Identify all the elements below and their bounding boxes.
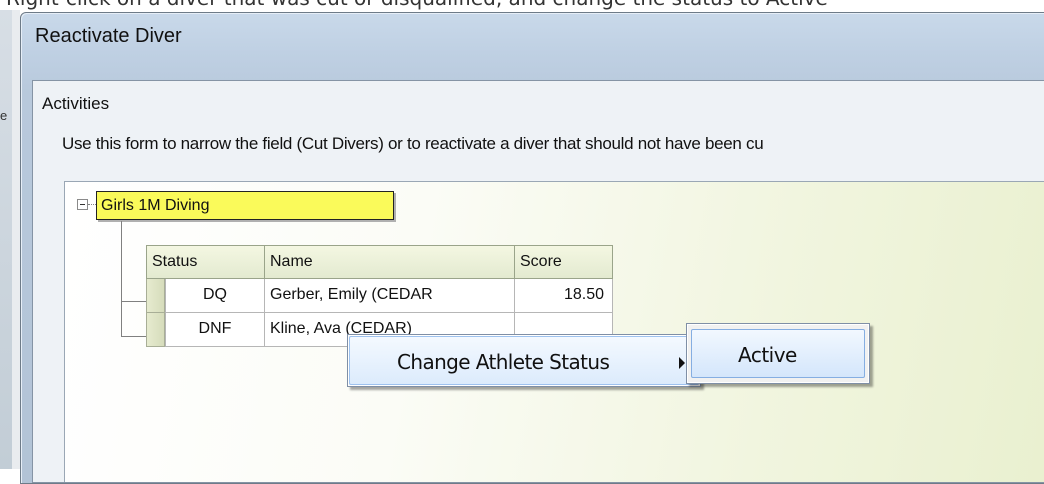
context-menu: Change Athlete Status — [347, 334, 701, 387]
instruction-text: Use this form to narrow the field (Cut D… — [62, 134, 764, 153]
tree-connector — [88, 204, 96, 205]
row-selector[interactable] — [146, 313, 165, 347]
column-header-name[interactable]: Name — [264, 245, 514, 279]
status-submenu: Active — [686, 323, 870, 384]
collapse-icon[interactable] — [77, 199, 88, 210]
menu-item-label: Active — [738, 343, 797, 367]
background-window-edge — [12, 10, 20, 469]
event-node-girls-1m-diving[interactable]: Girls 1M Diving — [96, 191, 394, 220]
activities-group-label: Activities — [42, 94, 110, 113]
active-menu-item[interactable]: Active — [691, 329, 865, 378]
tree-connector — [121, 301, 146, 302]
reactivate-diver-dialog: Reactivate Diver Activities Use this for… — [20, 12, 1044, 484]
dialog-client-area: Activities Use this form to narrow the f… — [32, 80, 1044, 483]
top-caption-strip: Right-click on a diver that was cut or d… — [0, 0, 1044, 10]
column-header-score[interactable]: Score — [514, 245, 613, 279]
submenu-arrow-icon — [679, 357, 685, 369]
column-header-status[interactable]: Status — [146, 245, 264, 279]
top-caption: Right-click on a diver that was cut or d… — [6, 0, 828, 10]
menu-item-label: Change Athlete Status — [397, 350, 610, 374]
tree-connector — [121, 336, 146, 337]
row-name: Gerber, Emily (CEDAR — [264, 279, 514, 313]
row-score: 18.50 — [514, 279, 613, 313]
dialog-title: Reactivate Diver — [35, 25, 182, 47]
tree-connector — [121, 221, 122, 337]
background-window-text: e — [0, 108, 8, 123]
diver-tree-panel[interactable]: Girls 1M Diving Status Name Score DQ Ger… — [64, 181, 1044, 482]
row-status: DNF — [165, 313, 264, 347]
row-status: DQ — [165, 279, 264, 313]
change-athlete-status-menu-item[interactable]: Change Athlete Status — [349, 336, 699, 385]
row-selector[interactable] — [146, 279, 165, 313]
